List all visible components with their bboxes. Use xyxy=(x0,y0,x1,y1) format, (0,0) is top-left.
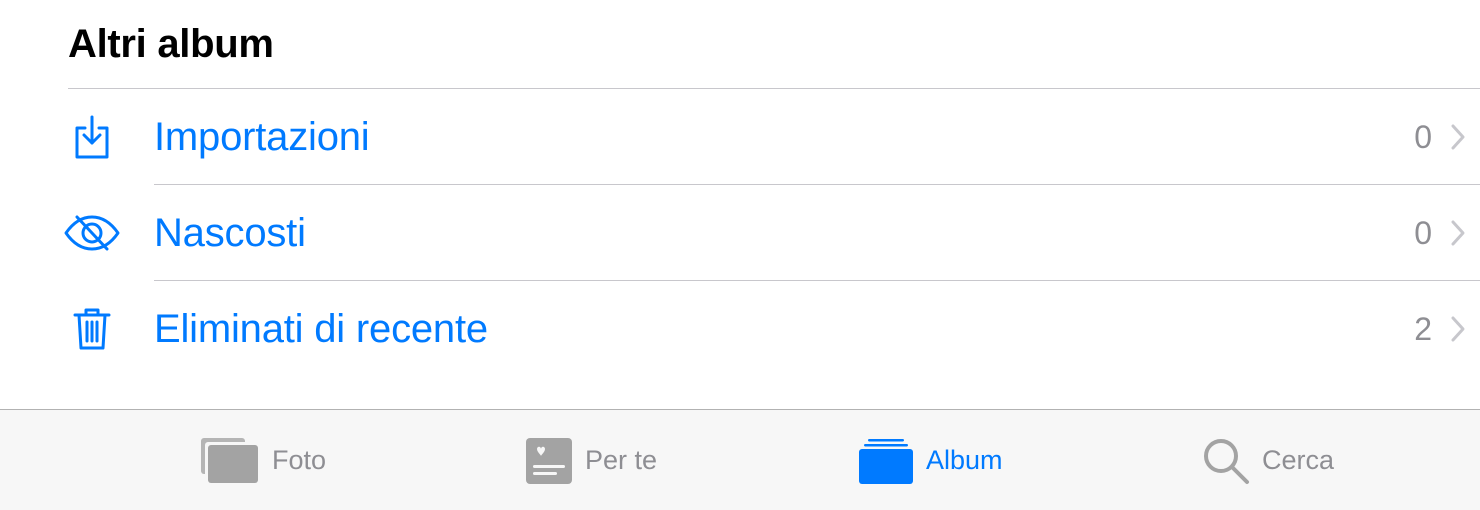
album-count: 2 xyxy=(1414,311,1432,347)
photos-icon xyxy=(200,437,260,485)
album-count: 0 xyxy=(1414,215,1432,251)
albums-icon xyxy=(858,437,914,485)
album-row-nascosti[interactable]: Nascosti 0 xyxy=(0,185,1480,281)
search-icon xyxy=(1202,437,1250,485)
for-you-icon xyxy=(525,437,573,485)
album-label: Nascosti xyxy=(154,211,306,255)
tab-label: Foto xyxy=(272,445,327,475)
tab-label: Cerca xyxy=(1262,445,1335,475)
album-row-eliminati-di-recente[interactable]: Eliminati di recente 2 xyxy=(0,281,1480,377)
album-row-importazioni[interactable]: Importazioni 0 xyxy=(0,89,1480,185)
tab-per-te[interactable]: Per te xyxy=(525,410,657,510)
trash-icon xyxy=(60,281,124,377)
tab-foto[interactable]: Foto xyxy=(200,410,326,510)
album-label: Eliminati di recente xyxy=(154,307,488,351)
album-count: 0 xyxy=(1414,119,1432,155)
tab-album[interactable]: Album xyxy=(858,410,1003,510)
chevron-right-icon xyxy=(1448,185,1468,281)
chevron-right-icon xyxy=(1448,89,1468,185)
tab-bar: Foto Per te Album Cerca xyxy=(0,409,1480,510)
chevron-right-icon xyxy=(1448,281,1468,377)
tab-label: Per te xyxy=(585,445,658,475)
hidden-eye-icon xyxy=(60,185,124,281)
section-title: Altri album xyxy=(68,22,274,66)
album-label: Importazioni xyxy=(154,115,370,159)
tab-cerca[interactable]: Cerca xyxy=(1202,410,1334,510)
import-icon xyxy=(60,89,124,185)
tab-label: Album xyxy=(926,445,1003,475)
albums-screen: Altri album Importazioni 0 Nascosti 0 El… xyxy=(0,0,1480,510)
